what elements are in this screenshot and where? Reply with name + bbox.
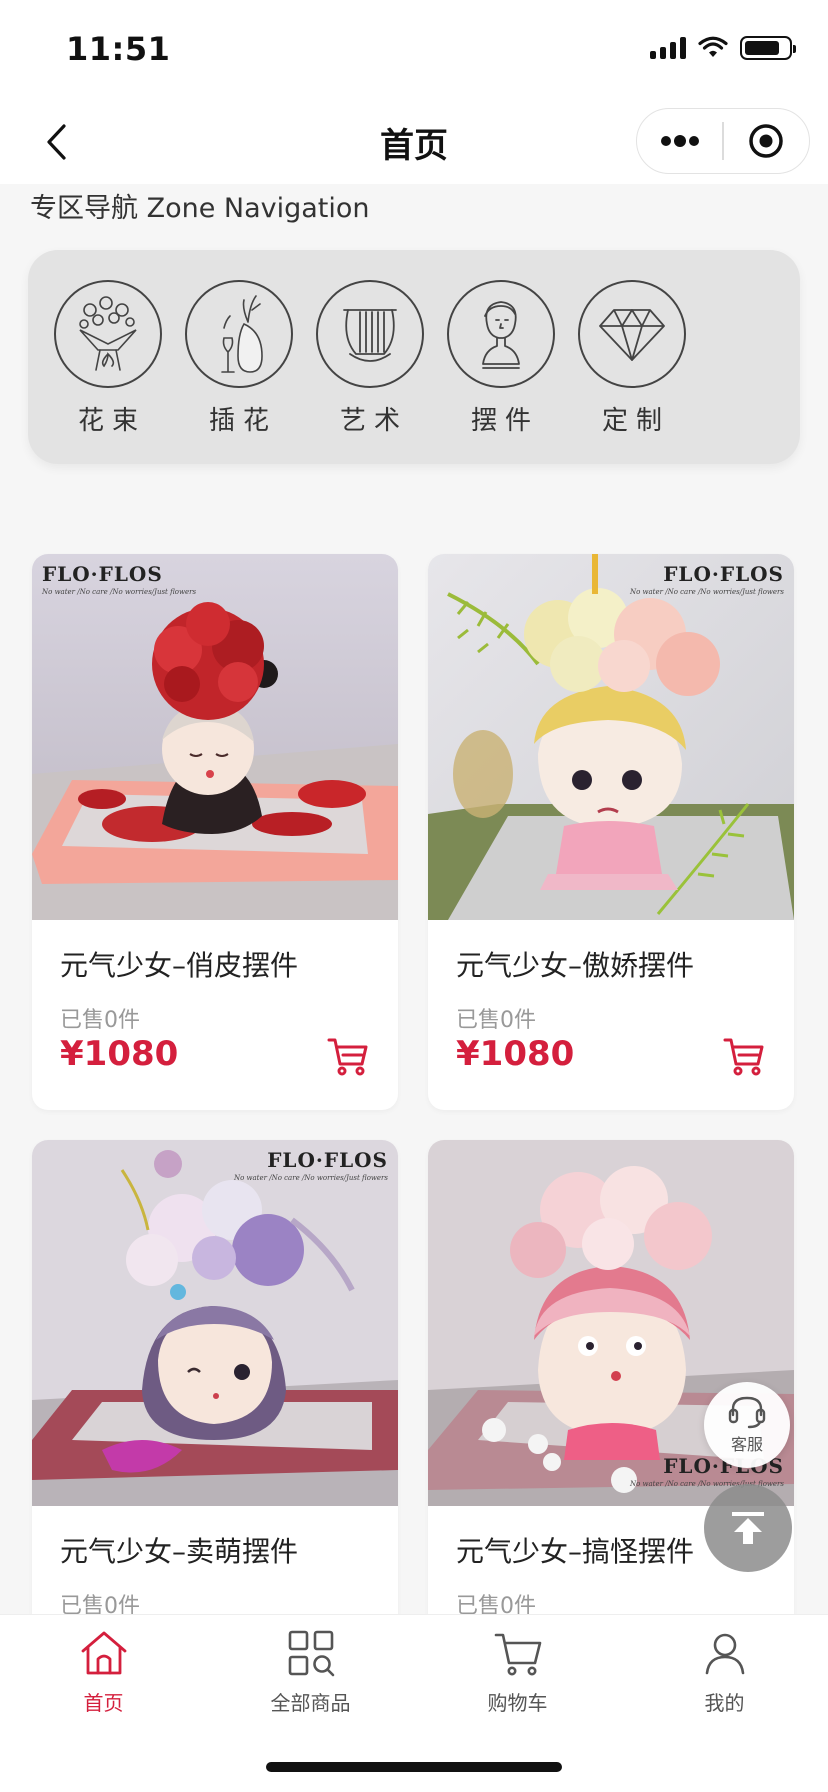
product-price: ¥1080 bbox=[60, 1034, 179, 1074]
zone-circle bbox=[54, 280, 162, 388]
brand-logo: FLO·FLOS bbox=[663, 562, 784, 586]
more-dots-icon bbox=[660, 135, 699, 147]
product-image[interactable]: FLO·FLOS No water /No care /No worries/J… bbox=[32, 1140, 398, 1506]
product-photo bbox=[32, 1140, 398, 1506]
product-card[interactable]: FLO·FLOS No water /No care /No worries/J… bbox=[32, 1140, 398, 1660]
zone-circle bbox=[578, 280, 686, 388]
status-icons bbox=[650, 36, 796, 60]
product-photo bbox=[32, 554, 398, 920]
vase-icon bbox=[221, 295, 263, 373]
brand-tagline: No water /No care /No worries/Just flowe… bbox=[629, 588, 784, 596]
brand-logo: FLO·FLOS bbox=[267, 1148, 388, 1172]
nav-bar: 首页 bbox=[0, 100, 828, 184]
tab-profile[interactable]: 我的 bbox=[621, 1627, 828, 1716]
home-icon bbox=[81, 1631, 126, 1675]
add-to-cart-icon[interactable] bbox=[722, 1034, 766, 1078]
close-program-button[interactable] bbox=[724, 109, 809, 173]
product-photo bbox=[428, 554, 794, 920]
zone-circle bbox=[185, 280, 293, 388]
zone-circle bbox=[316, 280, 424, 388]
customer-service-button[interactable]: 客服 bbox=[704, 1382, 790, 1468]
tab-label: 全部商品 bbox=[270, 1691, 351, 1715]
tab-all-products[interactable]: 全部商品 bbox=[207, 1627, 414, 1716]
product-sold: 已售0件 bbox=[456, 1008, 536, 1033]
brand-tagline: No water /No care /No worries/Just flowe… bbox=[42, 588, 197, 596]
zone-item-ornament[interactable]: 摆件 bbox=[446, 280, 556, 437]
grid-search-icon bbox=[288, 1630, 334, 1677]
tab-label: 我的 bbox=[704, 1691, 745, 1715]
zone-item-art[interactable]: 艺术 bbox=[315, 280, 425, 437]
tab-label: 首页 bbox=[83, 1691, 124, 1715]
status-bar: 11:51 bbox=[0, 0, 828, 100]
zone-label: 插花 bbox=[208, 406, 277, 436]
battery-icon bbox=[740, 36, 796, 60]
arrow-up-to-top-icon bbox=[732, 1512, 764, 1544]
more-button[interactable] bbox=[637, 109, 722, 173]
zone-label: 摆件 bbox=[470, 406, 539, 436]
zone-circle bbox=[447, 280, 555, 388]
product-name: 元气少女–傲娇摆件 bbox=[456, 949, 695, 982]
zone-label: 艺术 bbox=[339, 406, 408, 436]
product-name: 元气少女–俏皮摆件 bbox=[60, 949, 299, 982]
zone-label: 定制 bbox=[601, 406, 670, 436]
bust-icon bbox=[482, 301, 520, 369]
headset-icon bbox=[728, 1396, 766, 1429]
tab-home[interactable]: 首页 bbox=[0, 1627, 207, 1716]
product-name: 元气少女–卖萌摆件 bbox=[60, 1535, 299, 1568]
product-image[interactable]: FLO·FLOS No water /No care /No worries/J… bbox=[32, 554, 398, 920]
zone-item-arrangement[interactable]: 插花 bbox=[184, 280, 294, 437]
tab-cart[interactable]: 购物车 bbox=[414, 1627, 621, 1716]
wifi-icon bbox=[698, 36, 728, 57]
home-indicator bbox=[266, 1762, 562, 1772]
product-image[interactable]: FLO·FLOS No water /No care /No worries/J… bbox=[428, 554, 794, 920]
zone-item-bouquet[interactable]: 花束 bbox=[53, 280, 163, 437]
add-to-cart-icon[interactable] bbox=[326, 1034, 370, 1078]
diamond-icon bbox=[599, 309, 665, 361]
zone-navigation-heading: 专区导航 Zone Navigation bbox=[30, 193, 370, 224]
product-price: ¥1080 bbox=[456, 1034, 575, 1074]
brand-logo: FLO·FLOS bbox=[42, 562, 163, 586]
zone-label: 花束 bbox=[77, 406, 146, 436]
zone-navigation: 花束 插花 艺术 摆件 定制 bbox=[28, 250, 800, 464]
brand-tagline: No water /No care /No worries/Just flowe… bbox=[233, 1174, 388, 1182]
cart-icon bbox=[494, 1633, 541, 1676]
product-card[interactable]: FLO·FLOS No water /No care /No worries/J… bbox=[428, 554, 794, 1110]
zone-item-custom[interactable]: 定制 bbox=[577, 280, 687, 437]
target-circle-icon bbox=[749, 124, 784, 158]
tab-label: 购物车 bbox=[487, 1691, 548, 1715]
customer-service-label: 客服 bbox=[730, 1435, 763, 1454]
product-sold: 已售0件 bbox=[60, 1008, 140, 1033]
cellular-signal-icon bbox=[650, 37, 686, 59]
user-icon bbox=[705, 1633, 744, 1675]
mini-program-capsule bbox=[636, 108, 810, 174]
lyre-icon bbox=[343, 309, 397, 362]
back-to-top-button[interactable] bbox=[704, 1484, 792, 1572]
status-time: 11:51 bbox=[66, 30, 171, 68]
bouquet-icon bbox=[79, 296, 137, 371]
product-card[interactable]: FLO·FLOS No water /No care /No worries/J… bbox=[32, 554, 398, 1110]
